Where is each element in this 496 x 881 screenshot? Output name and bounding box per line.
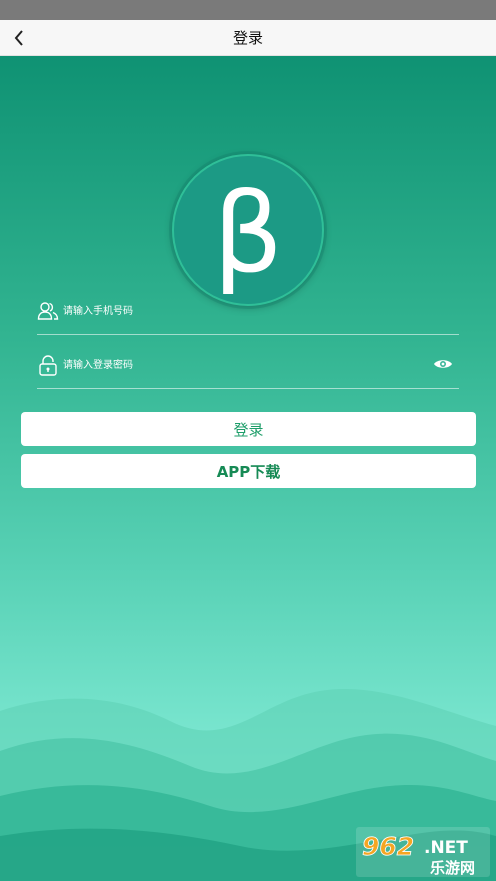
login-screen: β 登录 APP下载 962 .N <box>0 56 496 881</box>
svg-text:.NET: .NET <box>424 838 468 858</box>
app-download-button[interactable]: APP下载 <box>21 454 476 488</box>
svg-text:乐游网: 乐游网 <box>430 859 475 877</box>
password-field <box>37 348 459 389</box>
page-title: 登录 <box>232 29 263 47</box>
site-watermark: 962 .NET 乐游网 <box>356 827 490 877</box>
svg-text:962: 962 <box>362 832 414 861</box>
login-button[interactable]: 登录 <box>21 412 476 446</box>
eye-icon[interactable] <box>433 356 453 372</box>
phone-field <box>37 294 459 335</box>
lock-icon <box>39 355 57 376</box>
users-icon <box>37 302 59 320</box>
phone-input[interactable] <box>63 300 423 322</box>
app-logo: β <box>172 154 324 306</box>
status-bar <box>0 0 496 20</box>
password-input[interactable] <box>63 354 423 376</box>
logo-glyph: β <box>212 169 284 297</box>
nav-bar: 登录 <box>0 20 496 56</box>
